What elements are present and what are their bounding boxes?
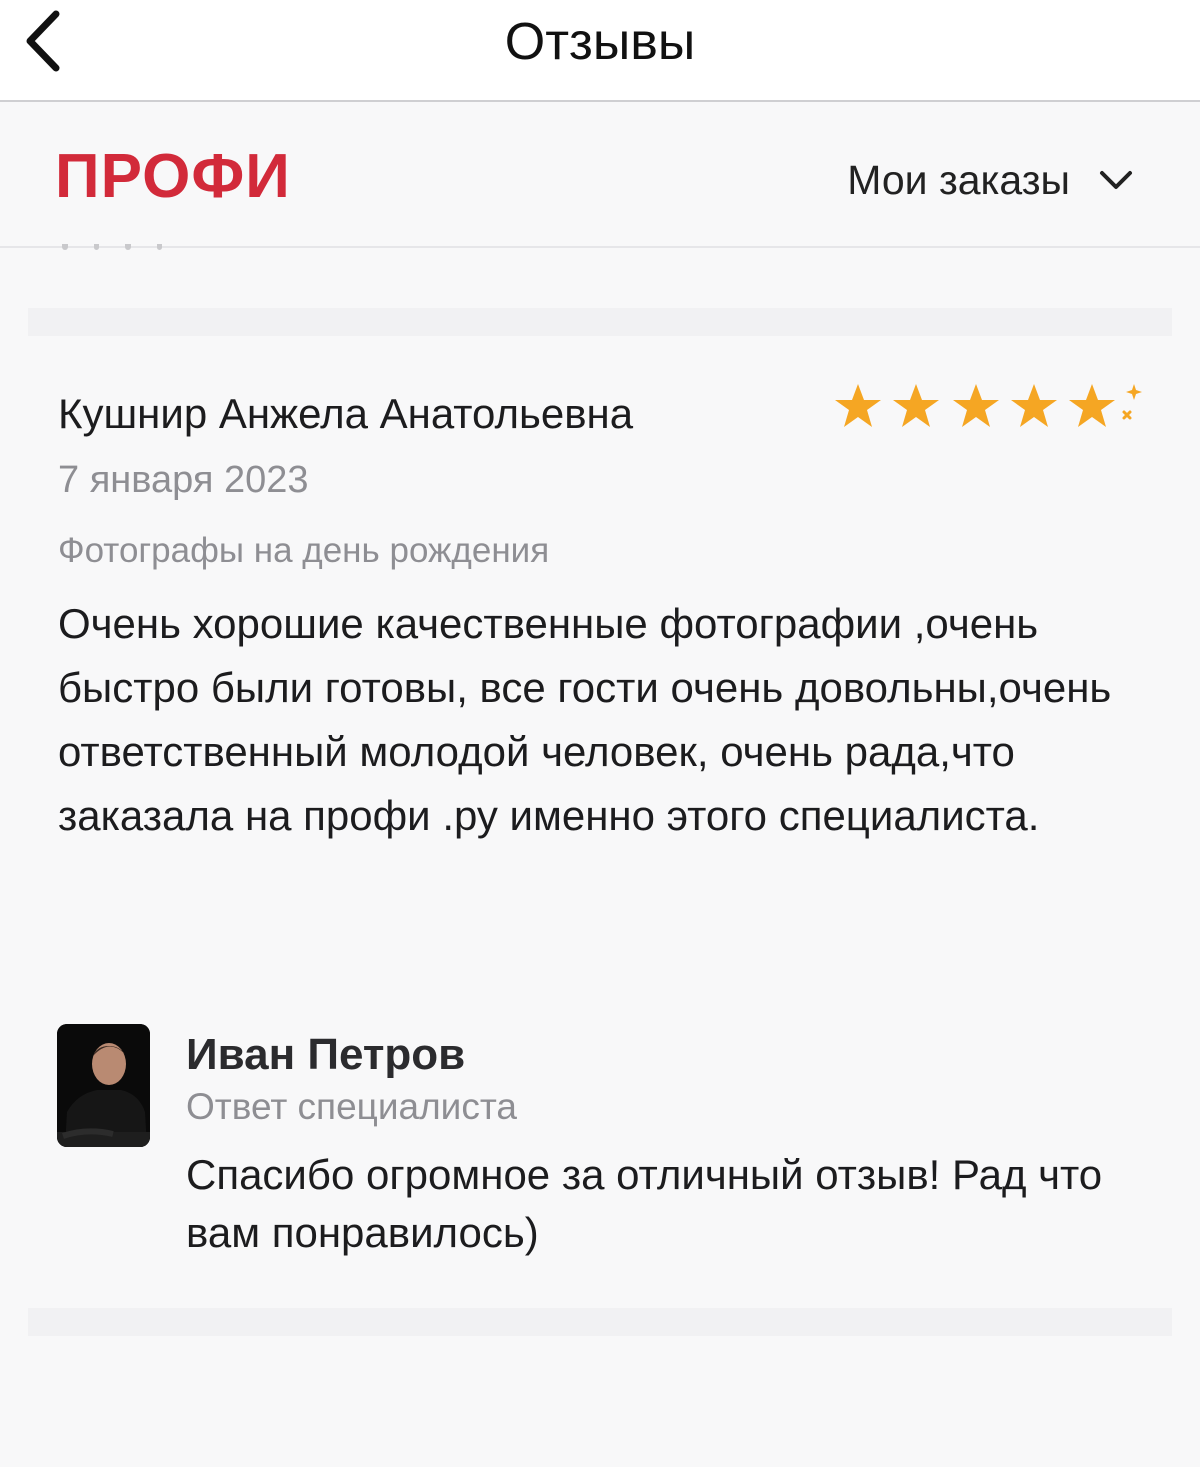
- scrolled-content-remnant: [62, 244, 162, 254]
- review-text: Очень хорошие качественные фотографии ,о…: [58, 600, 1112, 839]
- specialist-name[interactable]: Иван Петров: [186, 1028, 465, 1082]
- star-icon: [835, 384, 881, 427]
- section-divider: [28, 308, 1172, 336]
- specialist-avatar[interactable]: [57, 1024, 150, 1147]
- my-orders-dropdown[interactable]: Мои заказы: [847, 150, 1134, 210]
- screen-title: Отзывы: [504, 13, 696, 71]
- app-header: ПРОФИ Мои заказы: [0, 104, 1200, 248]
- star-icon: [893, 384, 939, 427]
- star-rating-icon: [835, 384, 1142, 427]
- specialist-reply-label: Ответ специалиста: [186, 1086, 517, 1127]
- review-author: Кушнир Анжела Анатольевна: [58, 390, 634, 437]
- review-date: 7 января 2023: [58, 459, 309, 501]
- chevron-down-icon: [1098, 168, 1134, 192]
- star-icon: [953, 384, 999, 427]
- star-icon: [1069, 384, 1115, 427]
- review-service: Фотографы на день рождения: [58, 531, 550, 570]
- section-divider: [28, 1308, 1172, 1336]
- navigation-bar: Отзывы: [0, 0, 1200, 102]
- my-orders-label: Мои заказы: [847, 157, 1070, 203]
- profi-logo[interactable]: ПРОФИ: [55, 142, 291, 212]
- star-icon: [1011, 384, 1057, 427]
- rating-stars: [834, 378, 1154, 438]
- reviews-screen: Отзывы ПРОФИ Мои заказы Кушнир Анжела Ан…: [0, 0, 1200, 1467]
- specialist-reply-text: Спасибо огромное за отличный отзыв! Рад …: [186, 1151, 1103, 1256]
